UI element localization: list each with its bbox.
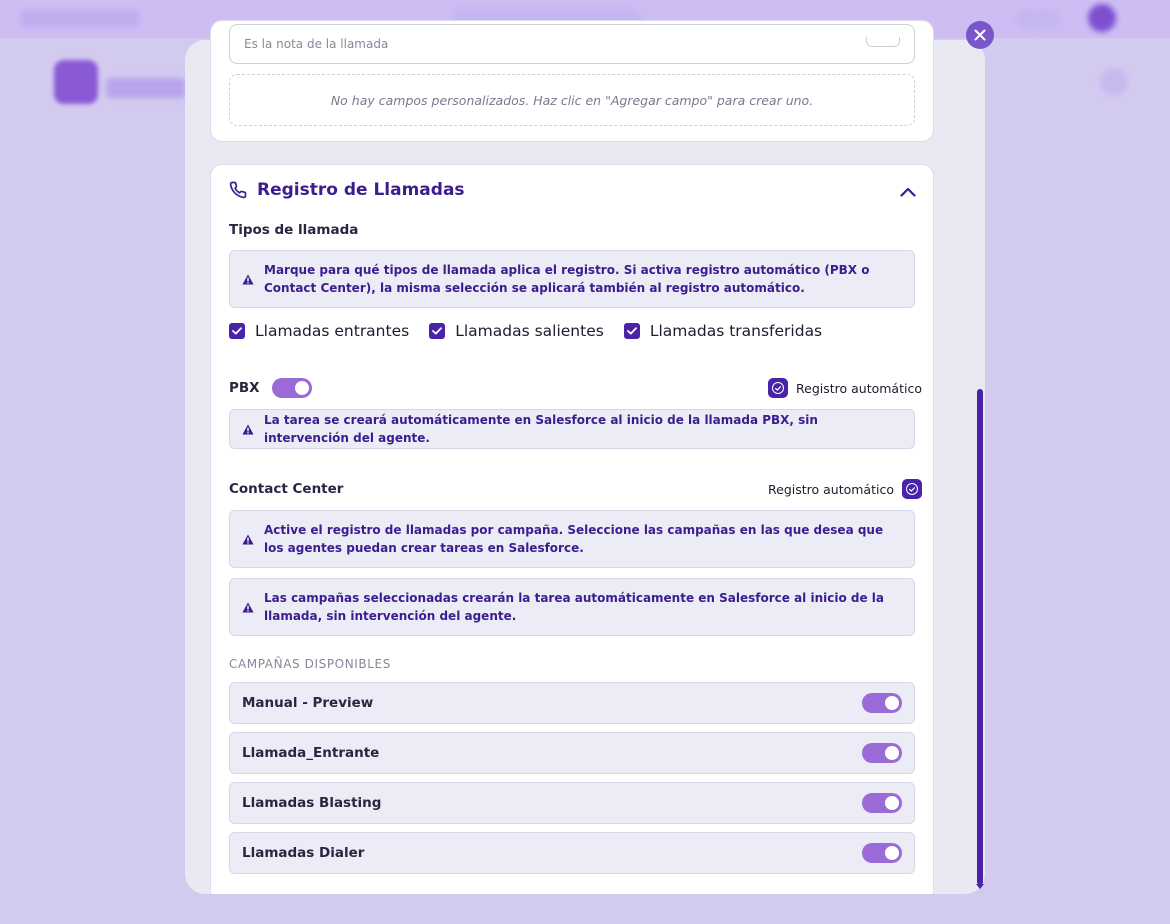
warning-icon <box>242 534 254 545</box>
campaign-toggle[interactable] <box>862 743 902 763</box>
toggle-knob <box>294 381 309 395</box>
empty-custom-fields: No hay campos personalizados. Haz clic e… <box>229 74 915 126</box>
campaign-name: Manual - Preview <box>242 695 374 711</box>
pbx-row: PBX <box>229 378 312 398</box>
campaign-name: Llamadas Blasting <box>242 795 382 811</box>
pbx-notice-text: La tarea se creará automáticamente en Sa… <box>264 413 818 445</box>
campaign-row: Llamadas Blasting <box>229 782 915 824</box>
checkbox-transferred-label: Llamadas transferidas <box>649 322 823 340</box>
pbx-auto-log[interactable]: Registro automático <box>768 378 922 398</box>
warning-icon <box>242 424 254 435</box>
contact-center-auto-log[interactable]: Registro automático <box>768 479 922 499</box>
checkbox-outgoing[interactable]: Llamadas salientes <box>429 322 604 340</box>
pbx-label: PBX <box>229 380 260 396</box>
close-icon <box>974 29 986 41</box>
background-page-title <box>106 78 186 98</box>
background-button <box>1016 9 1060 29</box>
call-log-title: Registro de Llamadas <box>257 180 465 200</box>
phone-icon <box>229 181 247 199</box>
campaigns-notice: Las campañas seleccionadas crearán la ta… <box>229 578 915 636</box>
background-page-icon <box>54 60 98 104</box>
warning-icon <box>242 274 254 285</box>
modal-top-edge <box>185 0 985 40</box>
scroll-down-icon[interactable] <box>976 884 984 889</box>
campaign-row: Llamadas Dialer <box>229 832 915 874</box>
toggle-knob <box>885 696 899 710</box>
campaigns-heading: CAMPAÑAS DISPONIBLES <box>229 657 391 671</box>
campaign-row: Llamada_Entrante <box>229 732 915 774</box>
contact-center-label: Contact Center <box>229 481 344 497</box>
scrollbar-thumb[interactable] <box>977 389 983 885</box>
campaign-name: Llamadas Dialer <box>242 845 365 861</box>
background-avatar <box>1088 4 1116 32</box>
background-action <box>1100 68 1128 96</box>
background-logo <box>20 10 140 28</box>
contact-center-auto-log-label: Registro automático <box>768 481 894 497</box>
toggle-knob <box>885 846 899 860</box>
warning-icon <box>242 602 254 613</box>
call-types-label: Tipos de llamada <box>229 222 359 238</box>
campaign-row: Manual - Preview <box>229 682 915 724</box>
checkbox-transferred[interactable]: Llamadas transferidas <box>623 322 823 340</box>
checkmark-icon <box>229 323 245 339</box>
auto-log-check-icon <box>901 479 922 499</box>
toggle-knob <box>885 746 899 760</box>
modal-bottom-edge <box>185 894 985 924</box>
pbx-toggle[interactable] <box>271 378 312 398</box>
call-types-options: Llamadas entrantes Llamadas salientes Ll… <box>229 322 842 340</box>
checkbox-outgoing-label: Llamadas salientes <box>455 322 604 340</box>
auto-log-check-icon <box>768 378 788 398</box>
chevron-up-icon[interactable] <box>898 182 918 202</box>
call-types-notice: Marque para qué tipos de llamada aplica … <box>229 250 915 308</box>
checkmark-icon <box>623 323 640 339</box>
pbx-notice: La tarea se creará automáticamente en Sa… <box>229 409 915 449</box>
checkmark-icon <box>429 323 446 339</box>
pbx-auto-log-label: Registro automático <box>796 380 922 396</box>
call-log-header[interactable]: Registro de Llamadas <box>229 180 465 200</box>
contact-center-notice-text: Active el registro de llamadas por campa… <box>264 523 884 555</box>
campaign-toggle[interactable] <box>862 843 902 863</box>
checkbox-incoming-label: Llamadas entrantes <box>255 322 410 340</box>
campaign-name: Llamada_Entrante <box>242 745 380 761</box>
close-button[interactable] <box>966 21 994 49</box>
checkbox-incoming[interactable]: Llamadas entrantes <box>229 322 409 340</box>
contact-center-notice: Active el registro de llamadas por campa… <box>229 510 915 568</box>
call-types-notice-text: Marque para qué tipos de llamada aplica … <box>264 263 870 295</box>
campaign-toggle[interactable] <box>862 793 902 813</box>
campaigns-notice-text: Las campañas seleccionadas crearán la ta… <box>264 591 885 623</box>
toggle-knob <box>885 796 899 810</box>
campaign-toggle[interactable] <box>862 693 902 713</box>
